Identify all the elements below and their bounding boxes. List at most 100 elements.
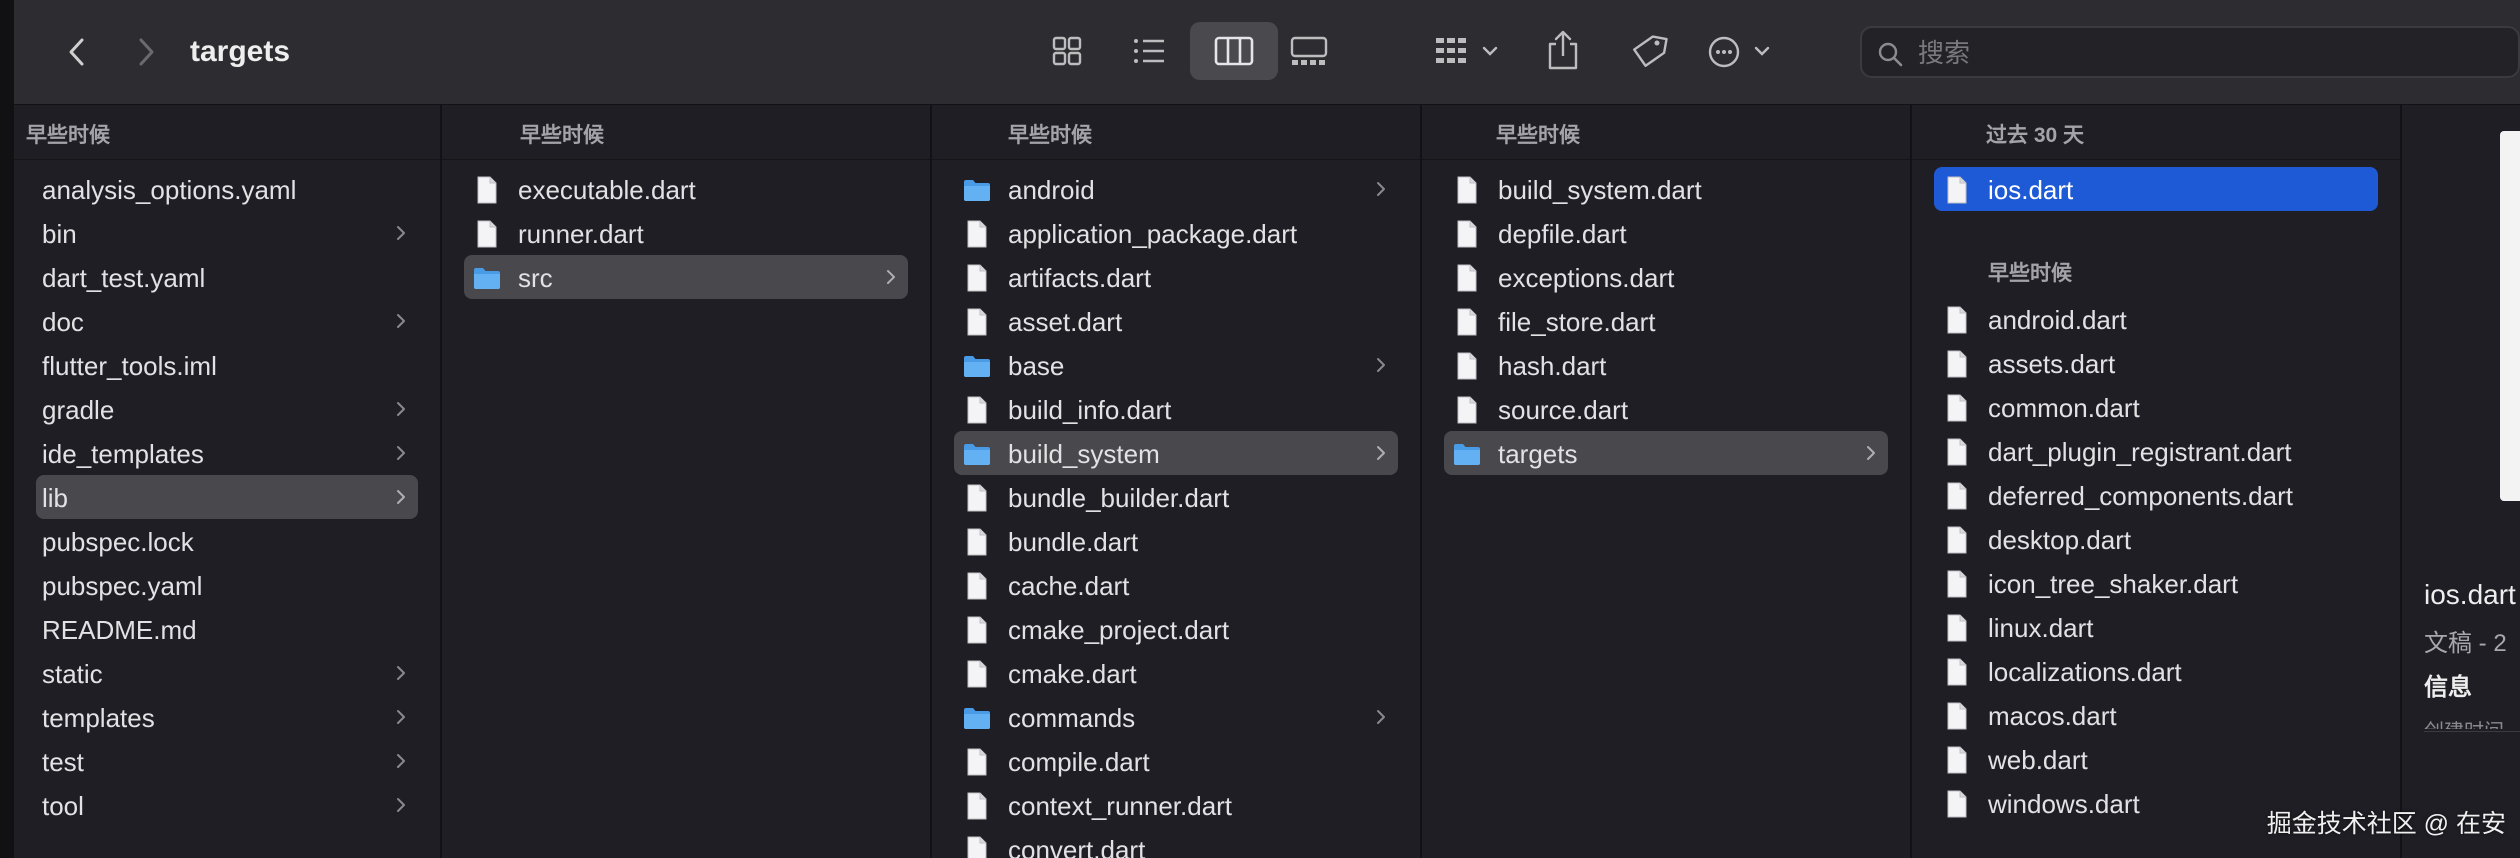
item-label: android.dart	[1988, 305, 2127, 335]
file-list: executable.dart runner.dart src	[442, 167, 930, 299]
document-icon	[1944, 305, 1970, 335]
item-label: cache.dart	[1008, 571, 1130, 601]
item-label: runner.dart	[518, 219, 644, 249]
folder-row[interactable]: gradle	[36, 387, 418, 431]
column-view-button[interactable]	[1190, 22, 1278, 80]
file-row[interactable]: dart_test.yaml	[36, 255, 418, 299]
document-icon	[964, 527, 990, 557]
document-icon	[1454, 175, 1480, 205]
search-field[interactable]	[1860, 26, 2520, 78]
file-row[interactable]: ios.dart	[1934, 167, 2378, 211]
folder-row[interactable]: android	[954, 167, 1398, 211]
group-by-button[interactable]	[1428, 28, 1518, 74]
document-icon	[1454, 307, 1480, 337]
folder-row[interactable]: tool	[36, 783, 418, 827]
document-icon	[964, 791, 990, 821]
item-label: gradle	[42, 395, 115, 425]
share-button[interactable]	[1540, 22, 1586, 80]
file-row[interactable]: linux.dart	[1934, 605, 2378, 649]
forward-button[interactable]	[126, 30, 166, 74]
folder-row[interactable]: test	[36, 739, 418, 783]
chevron-right-icon	[1376, 709, 1386, 725]
file-row[interactable]: cache.dart	[954, 563, 1398, 607]
gallery-view-button[interactable]	[1280, 28, 1338, 74]
column-header-label: 早些时候	[520, 124, 604, 147]
file-row[interactable]: executable.dart	[464, 167, 908, 211]
document-icon	[964, 263, 990, 293]
file-row[interactable]: pubspec.yaml	[36, 563, 418, 607]
item-label: compile.dart	[1008, 747, 1150, 777]
file-row[interactable]: assets.dart	[1934, 341, 2378, 385]
back-button[interactable]	[58, 30, 98, 74]
file-row[interactable]: application_package.dart	[954, 211, 1398, 255]
file-row[interactable]: source.dart	[1444, 387, 1888, 431]
folder-row[interactable]: doc	[36, 299, 418, 343]
folder-row[interactable]: targets	[1444, 431, 1888, 475]
column-1: 早些时候 analysis_options.yaml bin dart_test.y…	[14, 105, 442, 858]
file-row[interactable]: flutter_tools.iml	[36, 343, 418, 387]
item-label: common.dart	[1988, 393, 2140, 423]
file-row[interactable]: file_store.dart	[1444, 299, 1888, 343]
folder-row[interactable]: lib	[36, 475, 418, 519]
file-row[interactable]: web.dart	[1934, 737, 2378, 781]
folder-icon	[962, 703, 990, 733]
list-icon	[1134, 39, 1164, 63]
file-row[interactable]: macos.dart	[1934, 693, 2378, 737]
file-row[interactable]: context_runner.dart	[954, 783, 1398, 827]
item-label: cmake.dart	[1008, 659, 1137, 689]
item-label: flutter_tools.iml	[42, 351, 217, 381]
document-icon	[1944, 393, 1970, 423]
file-row[interactable]: deferred_components.dart	[1934, 473, 2378, 517]
file-row[interactable]: depfile.dart	[1444, 211, 1888, 255]
folder-row[interactable]: ide_templates	[36, 431, 418, 475]
file-row[interactable]: artifacts.dart	[954, 255, 1398, 299]
file-row[interactable]: cmake.dart	[954, 651, 1398, 695]
tag-button[interactable]	[1622, 26, 1674, 78]
folder-icon	[1452, 439, 1480, 469]
item-label: README.md	[42, 615, 197, 645]
file-row[interactable]: convert.dart	[954, 827, 1398, 858]
file-row[interactable]: dart_plugin_registrant.dart	[1934, 429, 2378, 473]
file-row[interactable]: cmake_project.dart	[954, 607, 1398, 651]
file-row[interactable]: asset.dart	[954, 299, 1398, 343]
file-row[interactable]: README.md	[36, 607, 418, 651]
file-row[interactable]: localizations.dart	[1934, 649, 2378, 693]
more-actions-button[interactable]	[1698, 26, 1788, 78]
item-label: build_info.dart	[1008, 395, 1172, 425]
file-row[interactable]: analysis_options.yaml	[36, 167, 418, 211]
file-row[interactable]: android.dart	[1934, 297, 2378, 341]
file-row[interactable]: build_system.dart	[1444, 167, 1888, 211]
item-label: depfile.dart	[1498, 219, 1627, 249]
folder-row[interactable]: bin	[36, 211, 418, 255]
file-row[interactable]: hash.dart	[1444, 343, 1888, 387]
file-row[interactable]: pubspec.lock	[36, 519, 418, 563]
item-label: src	[518, 263, 553, 293]
folder-row[interactable]: commands	[954, 695, 1398, 739]
document-icon	[1944, 789, 1970, 819]
file-row[interactable]: icon_tree_shaker.dart	[1934, 561, 2378, 605]
file-row[interactable]: desktop.dart	[1934, 517, 2378, 561]
folder-row[interactable]: build_system	[954, 431, 1398, 475]
item-label: linux.dart	[1988, 613, 2094, 643]
section-subheader-label: 早些时候	[1988, 262, 2072, 285]
search-input[interactable]	[1916, 28, 2500, 78]
folder-row[interactable]: static	[36, 651, 418, 695]
file-row[interactable]: build_info.dart	[954, 387, 1398, 431]
file-row[interactable]: exceptions.dart	[1444, 255, 1888, 299]
list-view-button[interactable]	[1124, 28, 1176, 74]
file-row[interactable]: runner.dart	[464, 211, 908, 255]
file-row[interactable]: common.dart	[1934, 385, 2378, 429]
search-icon	[1878, 42, 1903, 67]
folder-row[interactable]: src	[464, 255, 908, 299]
icon-view-button[interactable]	[1044, 28, 1090, 74]
ellipsis-circle-icon	[1708, 36, 1770, 68]
file-row[interactable]: compile.dart	[954, 739, 1398, 783]
document-icon	[964, 659, 990, 689]
preview-kind: 文稿 - 2	[2424, 630, 2507, 657]
window-title: targets	[190, 35, 291, 68]
folder-row[interactable]: templates	[36, 695, 418, 739]
file-row[interactable]: bundle_builder.dart	[954, 475, 1398, 519]
folder-row[interactable]: base	[954, 343, 1398, 387]
item-label: dart_plugin_registrant.dart	[1988, 437, 2292, 467]
file-row[interactable]: bundle.dart	[954, 519, 1398, 563]
